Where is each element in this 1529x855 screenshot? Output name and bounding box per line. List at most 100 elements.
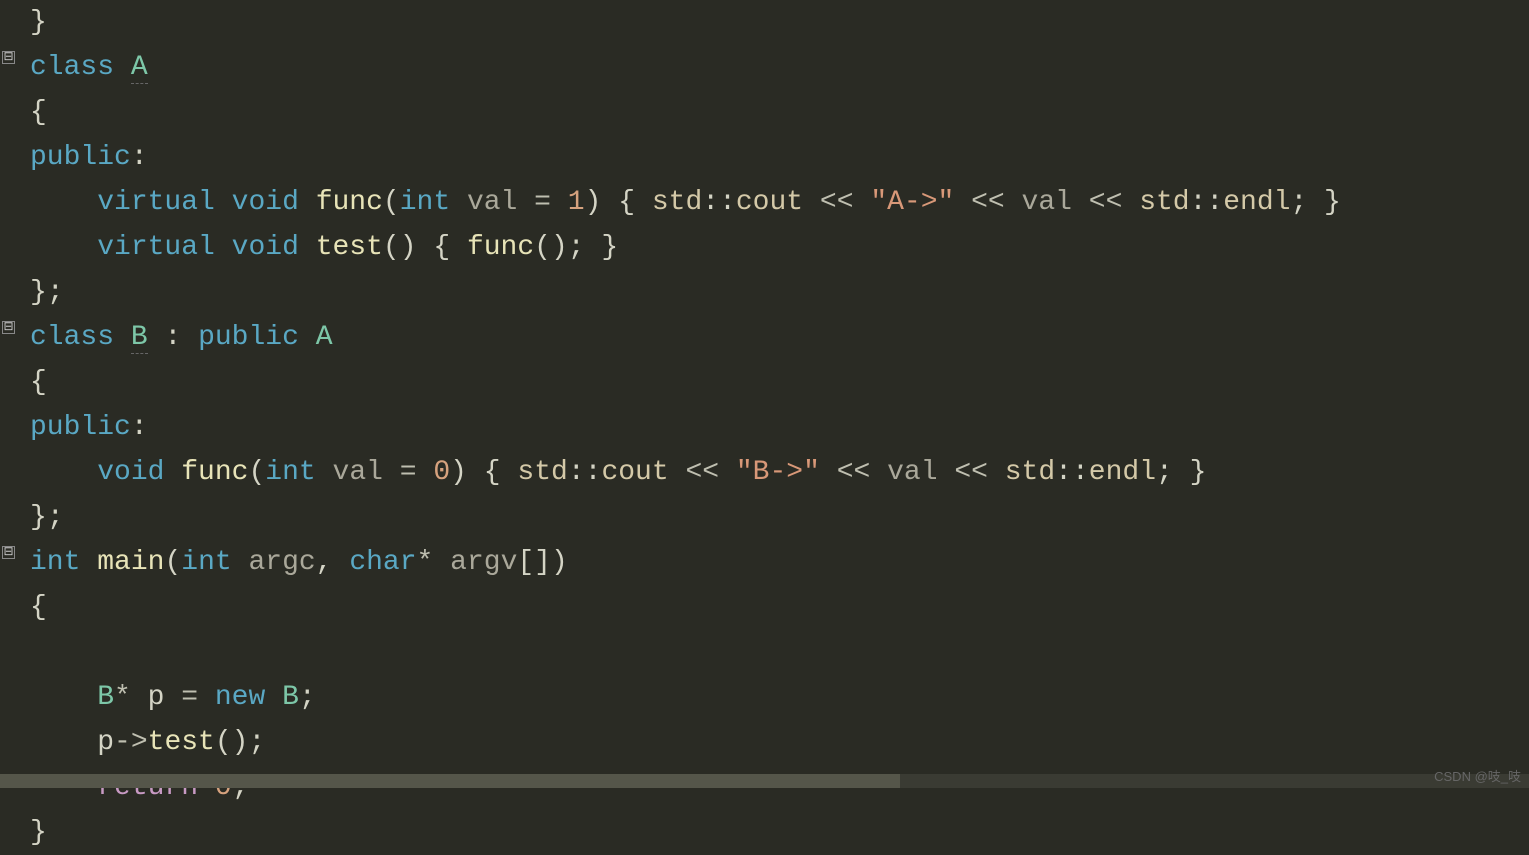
keyword-int: int	[181, 547, 231, 578]
brace: {	[601, 187, 651, 218]
keyword-void: void	[97, 457, 164, 488]
brace: {	[30, 592, 47, 623]
brace: {	[467, 457, 517, 488]
identifier: val	[887, 457, 937, 488]
brace: {	[30, 367, 47, 398]
variable: p	[97, 727, 114, 758]
brace: {	[417, 232, 467, 263]
scrollbar-thumb[interactable]	[0, 774, 900, 788]
type-name: A	[131, 52, 148, 84]
namespace: std	[1005, 457, 1055, 488]
lparen: (	[164, 547, 181, 578]
op: *	[114, 682, 131, 713]
fold-toggle-class-a[interactable]: ⊟	[2, 51, 15, 64]
namespace: std	[517, 457, 567, 488]
op: =	[383, 457, 433, 488]
keyword-int: int	[400, 187, 450, 218]
brace: }	[601, 232, 618, 263]
code-line: }	[30, 810, 1529, 855]
function-name: test	[316, 232, 383, 263]
code-line: {	[30, 585, 1529, 630]
code-line: public:	[30, 135, 1529, 180]
base-type: A	[299, 322, 333, 353]
code-line: };	[30, 495, 1529, 540]
semi: ;	[1156, 457, 1190, 488]
code-line: class B : public A	[30, 315, 1529, 360]
fold-toggle-main[interactable]: ⊟	[2, 546, 15, 559]
op: *	[417, 547, 434, 578]
type-name: B	[131, 322, 148, 354]
function-name: func	[181, 457, 248, 488]
code-line: class A	[30, 45, 1529, 90]
op: <<	[820, 457, 887, 488]
code-editor[interactable]: ⊟ ⊟ ⊟ } class A { public: virtual void f…	[0, 0, 1529, 788]
brace: }	[30, 277, 47, 308]
op: <<	[954, 187, 1021, 218]
keyword-public: public	[30, 412, 131, 443]
keyword-virtual: virtual	[97, 187, 215, 218]
number: 1	[568, 187, 585, 218]
code-line: {	[30, 360, 1529, 405]
keyword-public: public	[198, 322, 299, 353]
colon: :	[148, 322, 198, 353]
brace: }	[30, 502, 47, 533]
variable: p	[131, 682, 165, 713]
type-name: B	[97, 682, 114, 713]
number: 0	[433, 457, 450, 488]
fold-gutter: ⊟ ⊟ ⊟	[0, 0, 18, 788]
call: test	[148, 727, 215, 758]
code-line: virtual void test() { func(); }	[30, 225, 1529, 270]
comma: ,	[316, 547, 350, 578]
identifier: cout	[601, 457, 668, 488]
keyword-public: public	[30, 142, 131, 173]
code-line	[30, 630, 1529, 675]
keyword-char: char	[349, 547, 416, 578]
keyword-int: int	[30, 547, 80, 578]
op: <<	[1072, 187, 1139, 218]
keyword-void: void	[232, 187, 299, 218]
code-text-area[interactable]: } class A { public: virtual void func(in…	[18, 0, 1529, 788]
lparen: (	[248, 457, 265, 488]
identifier: endl	[1089, 457, 1156, 488]
semi: ;	[248, 727, 265, 758]
scope: ::	[702, 187, 736, 218]
colon: :	[131, 412, 148, 443]
code-line: p->test();	[30, 720, 1529, 765]
code-line: B* p = new B;	[30, 675, 1529, 720]
function-name: main	[97, 547, 164, 578]
keyword-class: class	[30, 322, 114, 353]
code-line: };	[30, 270, 1529, 315]
semi: ;	[568, 232, 602, 263]
code-line: void func(int val = 0) { std::cout << "B…	[30, 450, 1529, 495]
code-line: public:	[30, 405, 1529, 450]
parens: ()	[534, 232, 568, 263]
type-name: B	[265, 682, 299, 713]
horizontal-scrollbar[interactable]	[0, 774, 1529, 788]
param: argv	[433, 547, 517, 578]
op: <<	[938, 457, 1005, 488]
parens: ()	[215, 727, 249, 758]
param: val	[333, 457, 383, 488]
semi: ;	[47, 502, 64, 533]
identifier: val	[1022, 187, 1072, 218]
rparen: )	[450, 457, 467, 488]
keyword-virtual: virtual	[97, 232, 215, 263]
code-line: virtual void func(int val = 1) { std::co…	[30, 180, 1529, 225]
identifier: endl	[1223, 187, 1290, 218]
scope: ::	[568, 457, 602, 488]
op: =	[517, 187, 567, 218]
fold-toggle-class-b[interactable]: ⊟	[2, 321, 15, 334]
param: argc	[249, 547, 316, 578]
code-line: }	[30, 0, 1529, 45]
keyword-class: class	[30, 52, 114, 83]
lparen: (	[383, 187, 400, 218]
code-line: {	[30, 90, 1529, 135]
keyword-void: void	[232, 232, 299, 263]
keyword-new: new	[215, 682, 265, 713]
brace: }	[1190, 457, 1207, 488]
identifier: cout	[736, 187, 803, 218]
rparen: )	[585, 187, 602, 218]
namespace: std	[1139, 187, 1189, 218]
parens: ()	[383, 232, 417, 263]
semi: ;	[1290, 187, 1324, 218]
